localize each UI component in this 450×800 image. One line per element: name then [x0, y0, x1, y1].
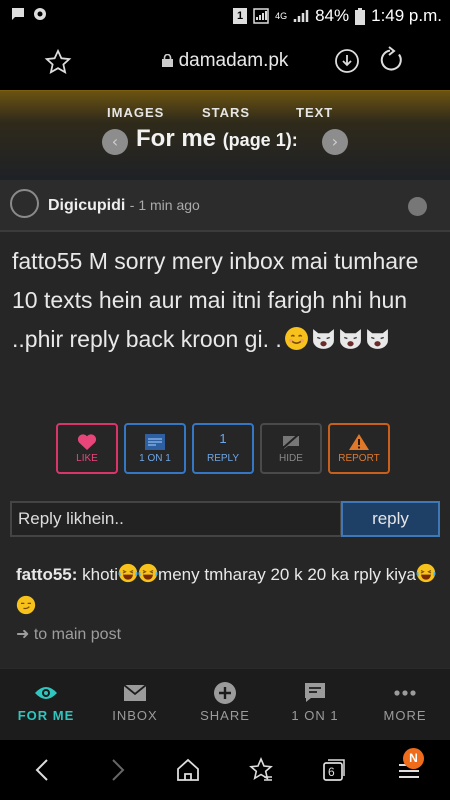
main-content: Digicupidi - 1 min ago fatto55 M sorry m… [0, 180, 450, 668]
sim-badge: 1 [233, 8, 248, 24]
one-on-one-label: 1 ON 1 [139, 453, 171, 464]
comment: fatto55: khoti meny tmharay 20 k 20 ka rp… [16, 559, 446, 623]
browser-bottom-bar: 6 N [0, 740, 450, 800]
to-main-post-link[interactable]: ➜ to main post [16, 624, 121, 644]
nav-for-me[interactable]: FOR ME [8, 669, 84, 741]
post-author-line: Digicupidi - 1 min ago [48, 197, 200, 215]
status-bar: 1 4G 84% 1:49 p.m. [0, 0, 450, 34]
page-title-row: ‹ For me (page 1): › [0, 125, 450, 157]
one-on-one-button[interactable]: 1 ON 1 [124, 423, 186, 474]
comment-author[interactable]: fatto55: [16, 565, 77, 584]
hide-label: HIDE [279, 453, 303, 464]
weary-cat-emoji-icon [339, 329, 361, 349]
nav-more[interactable]: MORE [368, 669, 442, 741]
reply-count: 1 [219, 431, 227, 446]
lock-icon [161, 54, 173, 67]
avatar[interactable] [10, 189, 39, 218]
like-button[interactable]: LIKE [56, 423, 118, 474]
reload-icon[interactable] [378, 46, 406, 74]
page-title-text: For me [136, 125, 217, 152]
post-time: - 1 min ago [129, 197, 200, 213]
nav-more-label: MORE [383, 708, 427, 723]
forward-icon[interactable] [104, 757, 130, 783]
hide-comment-icon [282, 433, 300, 449]
comment-text-part2: meny tmharay 20 k 20 ka rply kiya [158, 565, 416, 584]
next-page-button[interactable]: › [322, 129, 348, 155]
star-menu-icon[interactable] [248, 757, 274, 783]
message-icon [12, 8, 24, 20]
smiling-face-emoji-icon [284, 327, 308, 350]
signal-icon [253, 8, 269, 24]
bottom-nav: FOR ME INBOX SHARE 1 ON 1 MORE [0, 668, 450, 740]
report-button[interactable]: REPORT [328, 423, 390, 474]
smirking-face-emoji-icon [16, 595, 36, 615]
browser-toolbar: damadam.pk [0, 34, 450, 90]
download-icon[interactable] [334, 48, 360, 74]
eye-icon [35, 687, 57, 699]
heart-icon [77, 434, 97, 450]
weary-cat-emoji-icon [366, 329, 388, 349]
battery-percent: 84% [315, 6, 350, 25]
reply-label: REPLY [206, 453, 240, 464]
site-header: IMAGES STARS TEXT ‹ For me (page 1): › [0, 90, 450, 180]
chat-icon [305, 683, 325, 702]
more-dots-icon [394, 690, 416, 696]
plus-circle-icon [214, 682, 236, 704]
laughing-tears-emoji-icon [416, 563, 436, 583]
tabs-count: 6 [328, 765, 335, 779]
warning-icon [349, 434, 369, 450]
menu-notification-badge: N [403, 748, 424, 769]
nav-stars[interactable]: STARS [202, 105, 250, 120]
post-body: fatto55 M sorry mery inbox mai tumhare 1… [12, 242, 442, 359]
reply-form: Reply likhein.. reply [10, 501, 440, 537]
tabs-button[interactable]: 6 [320, 757, 346, 783]
nav-for-me-label: FOR ME [17, 708, 75, 723]
nav-inbox-label: INBOX [112, 708, 158, 723]
message-lines-icon [145, 434, 165, 450]
clock: 1:49 p.m. [371, 6, 442, 25]
prev-page-button[interactable]: ‹ [102, 129, 128, 155]
nav-share[interactable]: SHARE [188, 669, 262, 741]
comment-text-part1: khoti [77, 565, 119, 584]
laughing-tears-emoji-icon [118, 563, 138, 583]
nav-share-label: SHARE [200, 708, 250, 723]
laughing-tears-emoji-icon [138, 563, 158, 583]
nav-one-on-one[interactable]: 1 ON 1 [278, 669, 352, 741]
post-options-icon[interactable] [408, 197, 427, 216]
nav-one-on-one-label: 1 ON 1 [291, 708, 339, 723]
settings-notification-icon [34, 8, 46, 20]
url-text: damadam.pk [178, 50, 289, 71]
page-title: For me (page 1): [136, 125, 298, 153]
hide-button[interactable]: HIDE [260, 423, 322, 474]
battery-icon [355, 7, 366, 25]
post-author[interactable]: Digicupidi [48, 197, 125, 214]
nav-images[interactable]: IMAGES [107, 105, 164, 120]
nav-inbox[interactable]: INBOX [98, 669, 172, 741]
nav-text[interactable]: TEXT [296, 105, 333, 120]
reply-button[interactable]: 1 REPLY [192, 423, 254, 474]
reply-submit-button[interactable]: reply [341, 501, 440, 537]
like-label: LIKE [76, 453, 98, 464]
home-icon[interactable] [175, 757, 201, 783]
page-number: (page 1): [222, 130, 298, 150]
post-actions: LIKE 1 ON 1 1 REPLY HIDE REPORT [56, 423, 390, 474]
signal-bars-icon [293, 10, 309, 22]
back-icon[interactable] [30, 757, 56, 783]
weary-cat-emoji-icon [312, 329, 334, 349]
report-label: REPORT [338, 453, 380, 464]
reply-input[interactable]: Reply likhein.. [10, 501, 342, 537]
envelope-icon [123, 684, 147, 701]
post-header: Digicupidi - 1 min ago [0, 180, 450, 232]
network-type: 4G [275, 10, 288, 21]
